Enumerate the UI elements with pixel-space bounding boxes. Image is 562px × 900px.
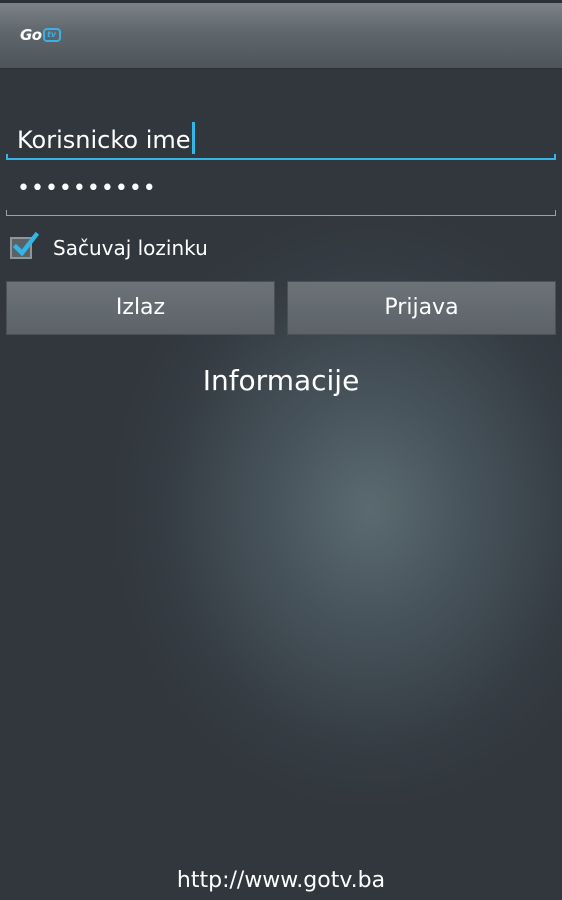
login-button[interactable]: Prijava — [287, 281, 556, 335]
remember-password-checkbox[interactable] — [10, 231, 39, 259]
info-link[interactable]: Informacije — [0, 364, 562, 397]
password-text: •••••••••• — [17, 176, 157, 201]
password-field[interactable]: •••••••••• — [6, 170, 556, 216]
remember-password-row[interactable]: Sačuvaj lozinku — [10, 231, 208, 264]
website-url[interactable]: http://www.gotv.ba — [0, 868, 562, 893]
logo-go-text: Go — [20, 26, 42, 44]
exit-button[interactable]: Izlaz — [6, 281, 275, 335]
username-underline — [6, 154, 556, 160]
username-text: Korisnicko ime — [17, 122, 195, 154]
password-underline — [6, 210, 556, 216]
username-field[interactable]: Korisnicko ime — [6, 112, 556, 160]
logo-tv-icon: tv — [42, 28, 61, 42]
gotv-logo: Go tv — [20, 24, 61, 46]
action-bar: Go tv — [0, 0, 562, 68]
remember-password-label: Sačuvaj lozinku — [53, 236, 208, 260]
checkmark-icon — [13, 231, 39, 257]
text-cursor — [191, 122, 195, 154]
